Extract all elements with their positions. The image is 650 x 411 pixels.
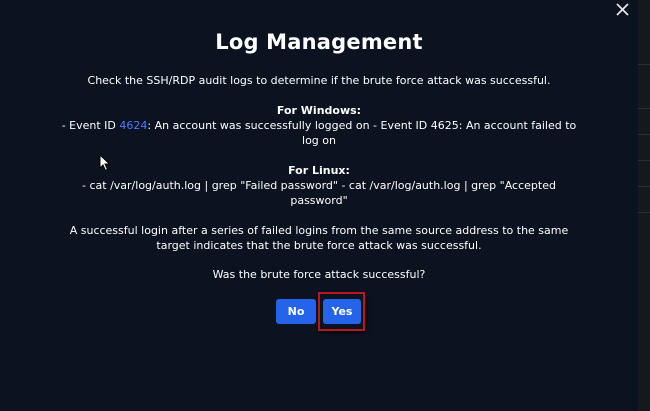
background-divider bbox=[638, 108, 650, 109]
yes-button[interactable]: Yes bbox=[323, 299, 361, 324]
windows-line-prefix: - Event ID bbox=[61, 119, 120, 132]
question-text: Was the brute force attack successful? bbox=[212, 268, 426, 281]
windows-line-rest: : An account was successfully logged on … bbox=[147, 119, 577, 147]
log-management-modal: Log Management Check the SSH/RDP audit l… bbox=[0, 0, 638, 411]
event-4624-link[interactable]: 4624 bbox=[119, 119, 147, 132]
close-button[interactable] bbox=[612, 1, 632, 21]
background-page-edge bbox=[638, 0, 650, 411]
background-divider bbox=[638, 160, 650, 161]
background-divider bbox=[638, 64, 650, 65]
mouse-cursor-icon bbox=[99, 154, 111, 172]
close-icon bbox=[615, 3, 629, 16]
no-button[interactable]: No bbox=[276, 299, 316, 324]
background-divider bbox=[638, 134, 650, 135]
explanation-text: A successful login after a series of fai… bbox=[69, 224, 569, 252]
linux-commands-text: - cat /var/log/auth.log | grep "Failed p… bbox=[82, 179, 556, 207]
background-divider bbox=[638, 212, 650, 213]
intro-text: Check the SSH/RDP audit logs to determin… bbox=[87, 74, 551, 87]
linux-heading: For Linux: bbox=[288, 164, 350, 177]
windows-heading: For Windows: bbox=[276, 104, 362, 117]
modal-title: Log Management bbox=[215, 30, 423, 54]
background-divider bbox=[638, 186, 650, 187]
windows-events-text: - Event ID 4624: An account was successf… bbox=[60, 118, 578, 148]
